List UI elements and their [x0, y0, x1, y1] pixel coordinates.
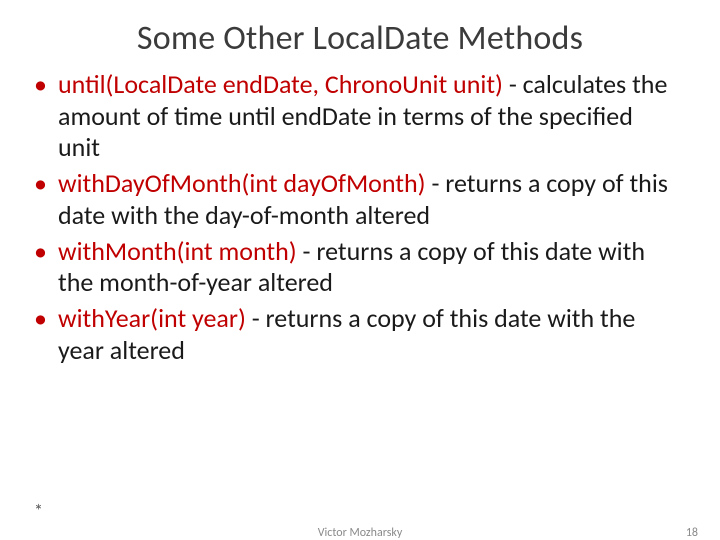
slide-title: Some Other LocalDate Methods — [0, 0, 720, 69]
slide: Some Other LocalDate Methods until(Local… — [0, 0, 720, 540]
bullet-list: until(LocalDate endDate, ChronoUnit unit… — [58, 69, 680, 366]
list-item: withYear(int year) - returns a copy of t… — [58, 303, 680, 366]
footer-asterisk: * — [34, 500, 43, 522]
method-signature: withMonth(int month) — [58, 235, 297, 267]
slide-content: until(LocalDate endDate, ChronoUnit unit… — [0, 69, 720, 366]
list-item: withDayOfMonth(int dayOfMonth) - returns… — [58, 168, 680, 231]
list-item: withMonth(int month) - returns a copy of… — [58, 236, 680, 299]
footer-page-number: 18 — [686, 526, 698, 540]
footer-author: Victor Mozharsky — [318, 526, 403, 540]
method-signature: withYear(int year) — [58, 302, 246, 334]
method-signature: until(LocalDate endDate, ChronoUnit unit… — [58, 68, 503, 100]
list-item: until(LocalDate endDate, ChronoUnit unit… — [58, 69, 680, 164]
method-signature: withDayOfMonth(int dayOfMonth) — [58, 167, 426, 199]
